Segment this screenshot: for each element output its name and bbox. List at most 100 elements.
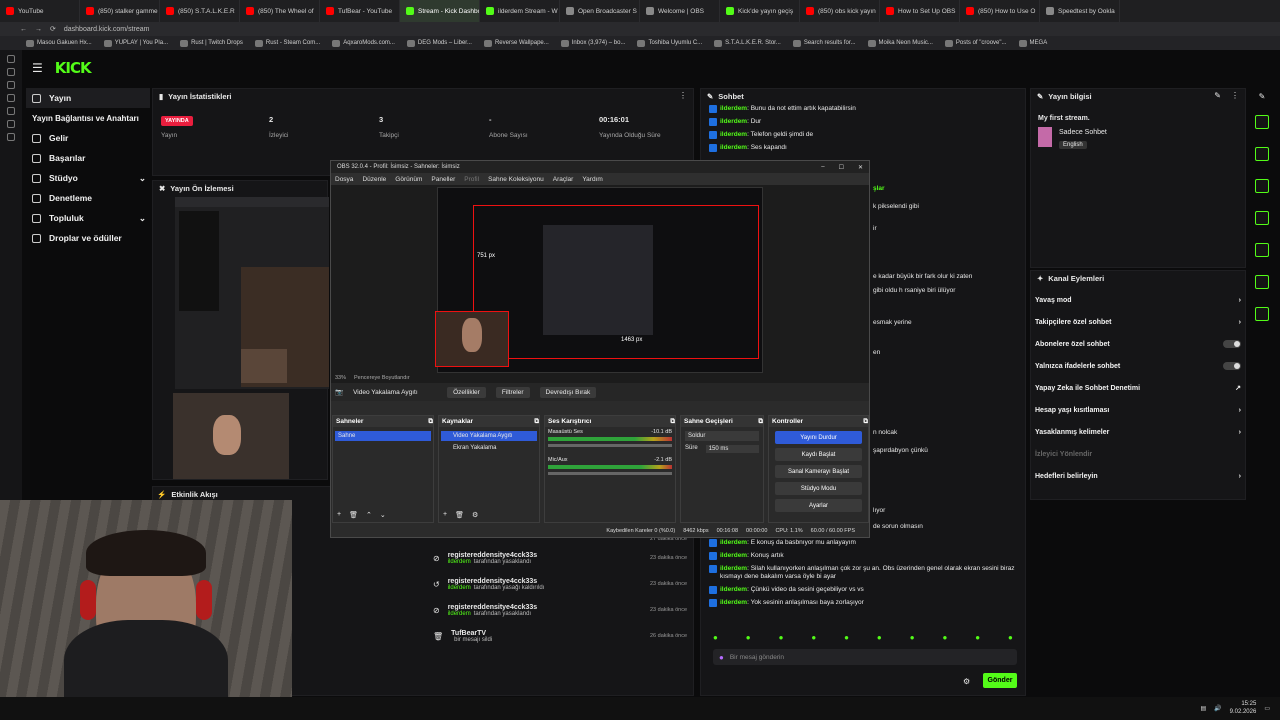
settings-gear-icon[interactable]: ⚙	[963, 677, 970, 686]
reload-icon[interactable]: ⟳	[50, 25, 56, 33]
sidebar-item[interactable]: Başarılar	[26, 148, 150, 168]
down-icon[interactable]: ⌄	[380, 511, 386, 519]
obs-menu-item[interactable]: Sahne Koleksiyonu	[488, 176, 544, 183]
chat-input-field[interactable]: ● Bir mesaj gönderin	[713, 649, 1017, 665]
channel-action-item[interactable]: Hesap yaşı kısıtlaması ›	[1031, 399, 1245, 421]
trash-icon[interactable]: 🗑	[349, 511, 358, 519]
bookmark-item[interactable]: Toshiba Uyumlu C...	[637, 39, 702, 47]
clock-time[interactable]: 15:25	[1230, 701, 1256, 708]
bookmark-item[interactable]: MEGA	[1018, 39, 1047, 47]
sidebar-item[interactable]: Droplar ve ödüller	[26, 228, 150, 248]
filters-button[interactable]: Filtreler	[495, 386, 530, 398]
kick-logo[interactable]: KICK	[55, 59, 92, 77]
deactivate-button[interactable]: Devredışı Bırak	[539, 386, 597, 398]
zoom-level[interactable]: 33%	[335, 375, 346, 381]
chat-username[interactable]: ilderdem	[720, 586, 747, 593]
browser-tab[interactable]: YouTube	[0, 0, 80, 22]
bookmark-item[interactable]: Rust | Twitch Drops	[180, 39, 243, 47]
fit-window-button[interactable]: Pencereye Boyutlandır	[354, 375, 410, 381]
bookmark-item[interactable]: S.T.A.L.K.E.R. Stor...	[714, 39, 781, 47]
maximize-icon[interactable]: ☐	[839, 164, 844, 171]
browser-tab[interactable]: Stream - Kick Dashbo	[400, 0, 480, 22]
browser-tab[interactable]: (850) How to Use O	[960, 0, 1040, 22]
quick-action-button[interactable]	[1255, 211, 1269, 225]
browser-tab[interactable]: (850) S.T.A.L.K.E.R	[160, 0, 240, 22]
add-icon[interactable]: +	[443, 511, 447, 519]
volume-icon[interactable]: 🔊	[1214, 705, 1221, 712]
rail-icon[interactable]	[7, 55, 15, 63]
activity-user[interactable]: TufBearTV	[451, 630, 642, 637]
chevron-right-icon[interactable]: ›	[1239, 473, 1241, 480]
chevron-down-icon[interactable]: ⌄	[139, 173, 150, 184]
chat-username[interactable]: ilderdem	[720, 565, 747, 572]
obs-control-button[interactable]: Yayını Durdur	[775, 431, 862, 444]
more-icon[interactable]: ⋮	[679, 91, 687, 100]
rail-icon[interactable]	[7, 107, 15, 115]
activity-user[interactable]: registereddensitye4cck33s	[448, 604, 642, 611]
bookmark-item[interactable]: Moika Neon Music...	[867, 39, 933, 47]
rail-icon[interactable]	[7, 94, 15, 102]
browser-tab[interactable]: TufBear - YouTube	[320, 0, 400, 22]
bookmark-item[interactable]: Reverse Wallpape...	[483, 39, 549, 47]
emote-icon[interactable]: ●	[746, 633, 751, 643]
channel-action-item[interactable]: Yapay Zeka ile Sohbet Denetimi ↗	[1031, 377, 1245, 399]
obs-menu-item[interactable]: Profil	[464, 176, 479, 183]
obs-control-button[interactable]: Sanal Kamerayı Başlat	[775, 465, 862, 478]
bookmark-item[interactable]: Rust - Steam Com...	[254, 39, 320, 47]
browser-tab[interactable]: (850) obs kick yayın	[800, 0, 880, 22]
bookmark-item[interactable]: YUPLAY | You Pla...	[103, 39, 168, 47]
transition-select[interactable]: Soldur	[685, 431, 759, 441]
channel-action-item[interactable]: Yasaklanmış kelimeler ›	[1031, 421, 1245, 443]
activity-actor[interactable]: ilderdem	[448, 611, 471, 617]
quick-action-button[interactable]	[1255, 275, 1269, 289]
sidebar-item[interactable]: Yayın Bağlantısı ve Anahtarı	[26, 108, 150, 128]
network-icon[interactable]: ▤	[1200, 705, 1206, 712]
activity-user[interactable]: registereddensitye4cck33s	[448, 552, 642, 559]
source-item[interactable]: Ekran Yakalama	[441, 443, 537, 453]
quick-action-button[interactable]	[1255, 179, 1269, 193]
browser-tab[interactable]: How to Set Up OBS	[880, 0, 960, 22]
obs-menu-item[interactable]: Araçlar	[553, 176, 574, 183]
browser-tab[interactable]: Welcome | OBS	[640, 0, 720, 22]
sidebar-item[interactable]: Stüdyo ⌄	[26, 168, 150, 188]
emote-icon[interactable]: ●	[844, 633, 849, 643]
emote-icon[interactable]: ●	[975, 633, 980, 643]
bookmark-item[interactable]: Masou Gakuen Hx...	[26, 39, 92, 47]
minimize-icon[interactable]: –	[821, 164, 824, 171]
obs-titlebar[interactable]: OBS 32.0.4 - Profil: İsimsiz - Sahneler:…	[331, 161, 869, 173]
rail-icon[interactable]: ✎	[1257, 92, 1267, 101]
chat-username[interactable]: ilderdem	[720, 118, 747, 125]
clock-date[interactable]: 9.02.2026	[1230, 709, 1257, 716]
quick-action-button[interactable]	[1255, 147, 1269, 161]
trash-icon[interactable]: 🗑	[455, 511, 464, 519]
address-bar[interactable]: ← → ⟳ dashboard.kick.com/stream	[0, 22, 1280, 36]
chat-username[interactable]: ilderdem	[720, 144, 747, 151]
back-icon[interactable]: ←	[20, 26, 27, 33]
scene-item[interactable]: Sahne	[335, 431, 431, 441]
channel-action-item[interactable]: Takipçilere özel sohbet ›	[1031, 311, 1245, 333]
emote-icon[interactable]: ●	[811, 633, 816, 643]
rail-icon[interactable]	[7, 133, 15, 141]
emote-icon[interactable]: ●	[779, 633, 784, 643]
quick-action-button[interactable]	[1255, 115, 1269, 129]
browser-tab[interactable]: Open Broadcaster S	[560, 0, 640, 22]
browser-tab[interactable]: (850) The Wheel of	[240, 0, 320, 22]
add-icon[interactable]: +	[337, 511, 341, 519]
up-icon[interactable]: ⌃	[366, 511, 372, 519]
browser-tab[interactable]: (850) stalker gamme	[80, 0, 160, 22]
notification-icon[interactable]: ▭	[1264, 705, 1270, 712]
activity-actor[interactable]: ilderdem	[448, 559, 471, 565]
volume-slider[interactable]	[548, 444, 672, 447]
close-icon[interactable]: ✕	[858, 164, 863, 171]
chat-username[interactable]: ilderdem	[720, 552, 747, 559]
emote-icon[interactable]: ●	[910, 633, 915, 643]
rail-icon[interactable]	[7, 68, 15, 76]
duration-value[interactable]: 150 ms	[705, 445, 759, 453]
toggle-switch[interactable]	[1223, 340, 1241, 348]
channel-action-item[interactable]: Yavaş mod ›	[1031, 289, 1245, 311]
chat-username[interactable]: ilderdem	[720, 131, 747, 138]
obs-control-button[interactable]: Stüdyo Modu	[775, 482, 862, 495]
channel-action-item[interactable]: Abonelere özel sohbet	[1031, 333, 1245, 355]
obs-menu-item[interactable]: Paneller	[431, 176, 455, 183]
sidebar-item[interactable]: Denetleme	[26, 188, 150, 208]
